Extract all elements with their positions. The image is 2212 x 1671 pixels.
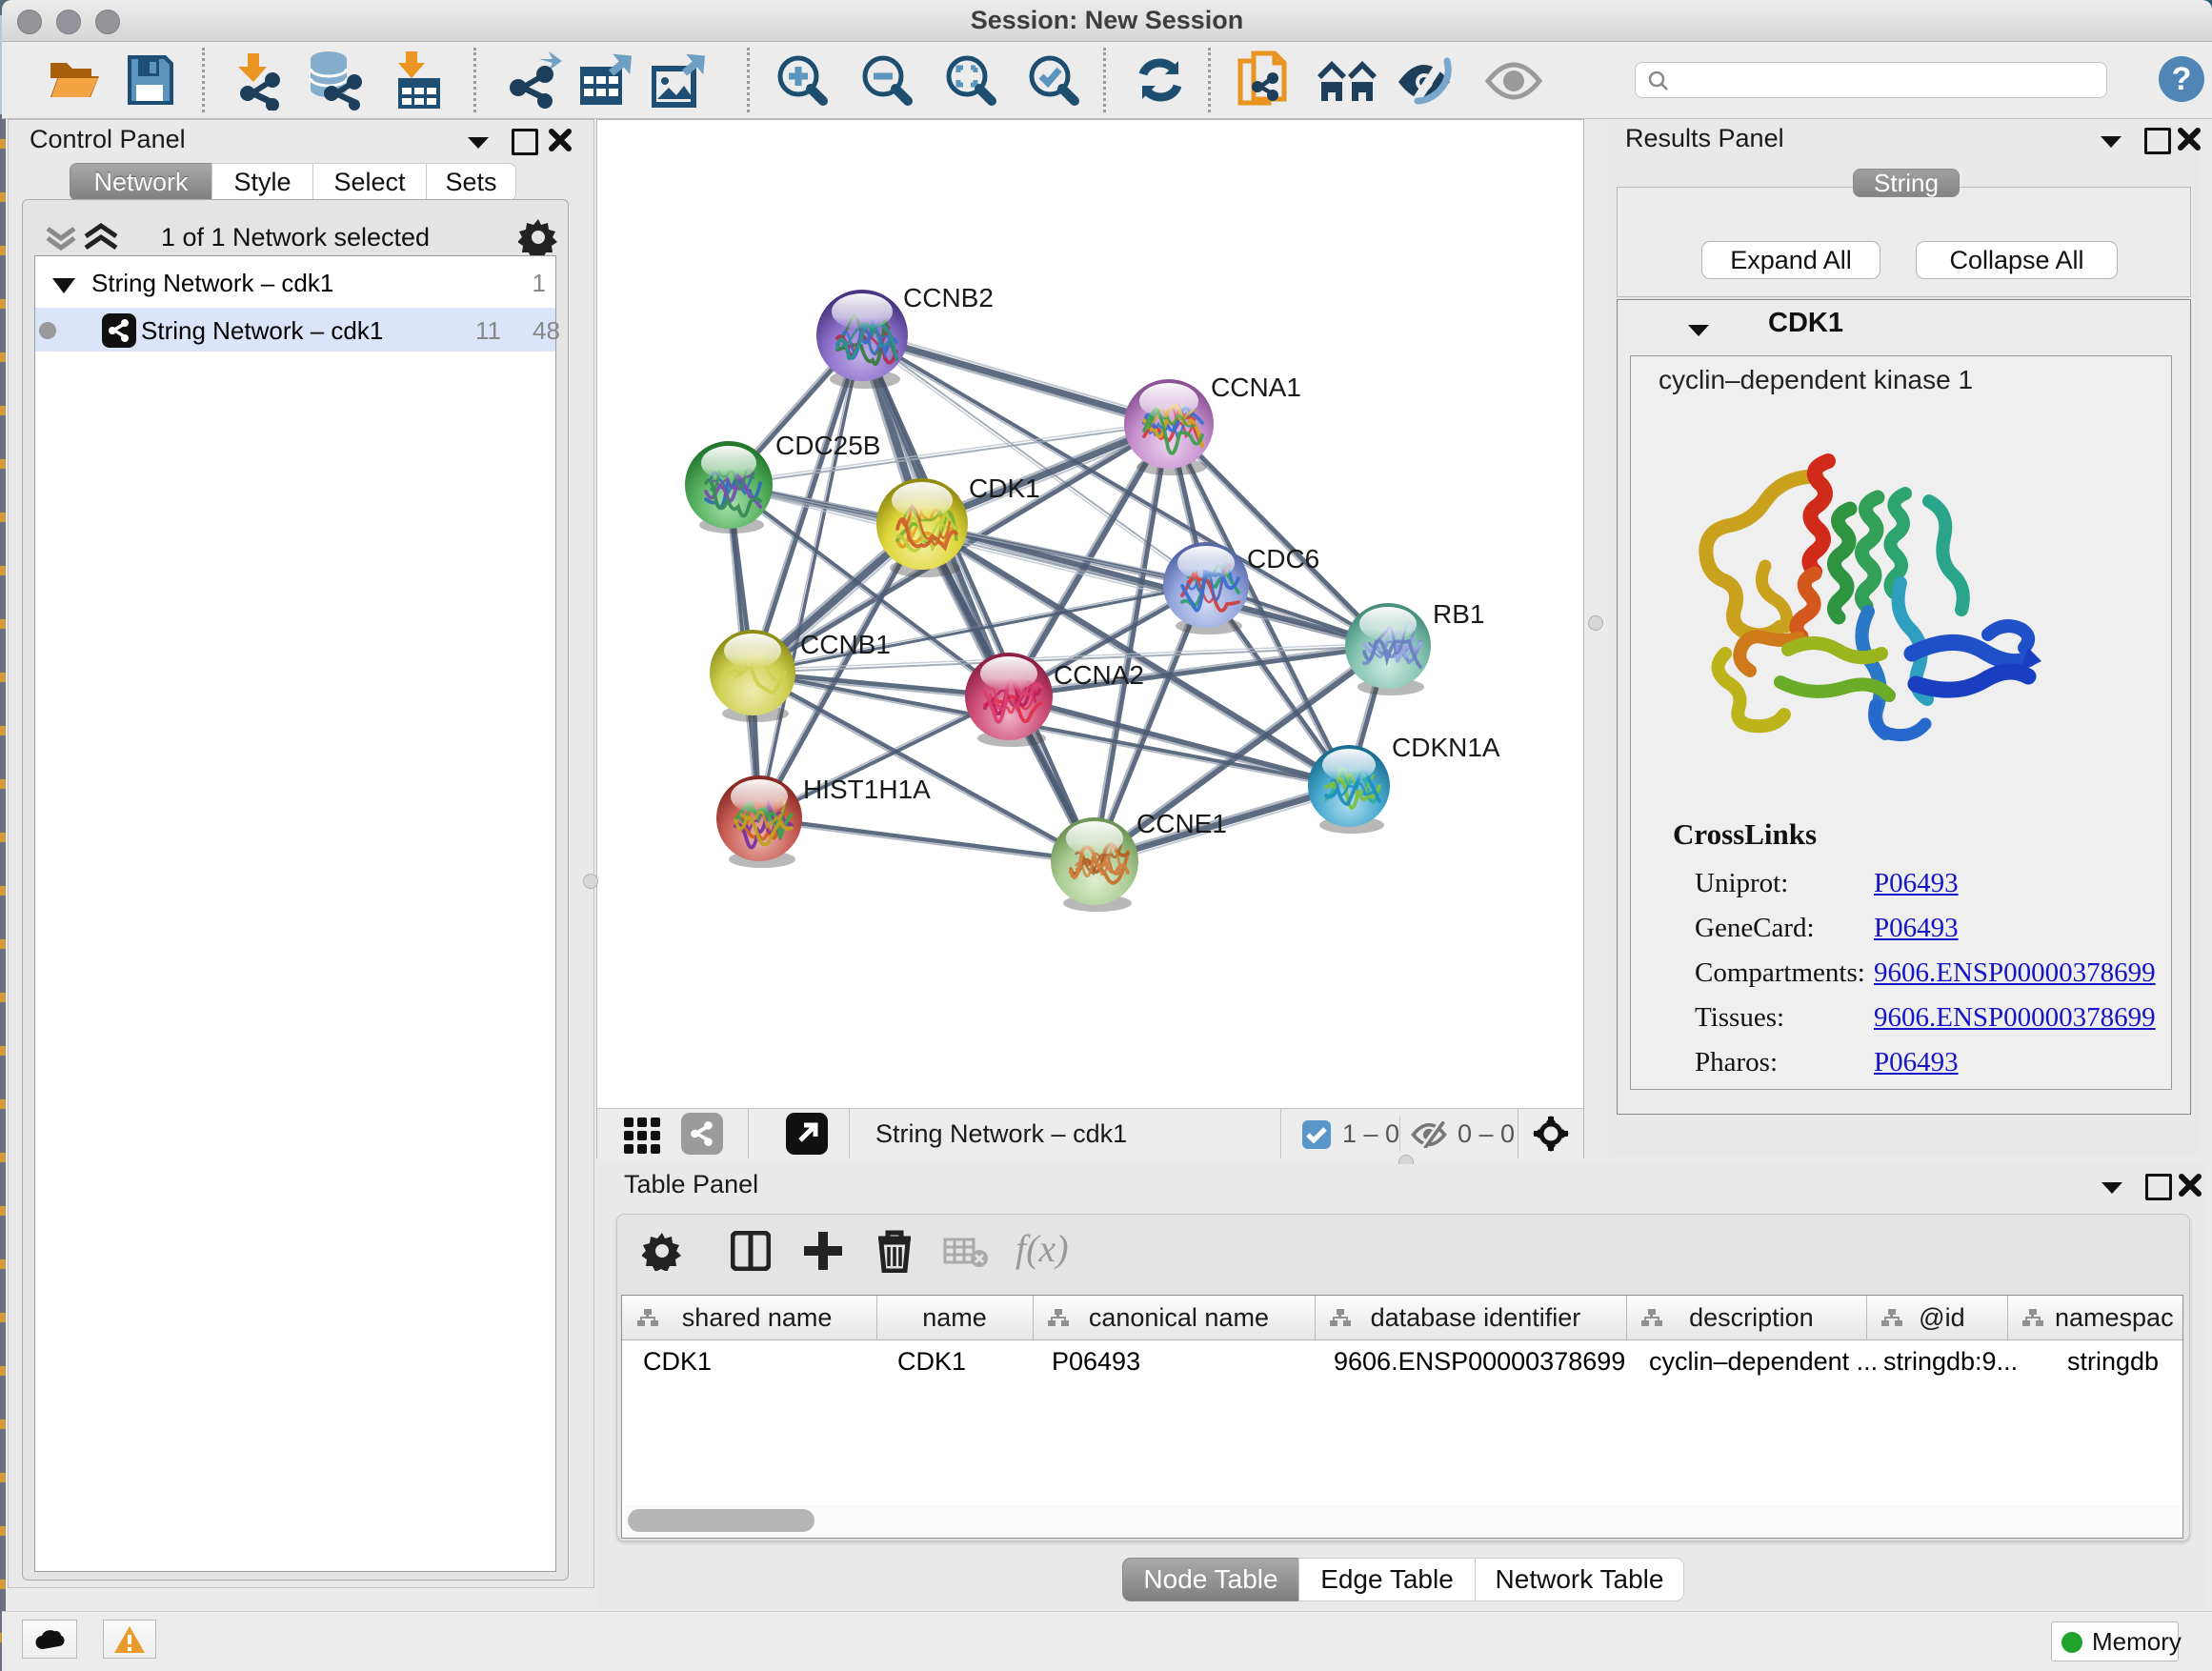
svg-text:CCNB1: CCNB1 [800,630,891,659]
svg-text:CDKN1A: CDKN1A [1392,733,1500,762]
svg-text:HIST1H1A: HIST1H1A [803,775,931,804]
svg-text:CDK1: CDK1 [969,473,1040,503]
svg-text:CCNA2: CCNA2 [1054,660,1144,690]
svg-text:CCNB2: CCNB2 [903,283,994,312]
svg-text:CDC6: CDC6 [1247,544,1319,574]
svg-text:RB1: RB1 [1433,599,1484,629]
svg-text:CCNE1: CCNE1 [1136,809,1227,838]
svg-text:CDC25B: CDC25B [775,431,880,460]
svg-text:CCNA1: CCNA1 [1211,372,1301,402]
